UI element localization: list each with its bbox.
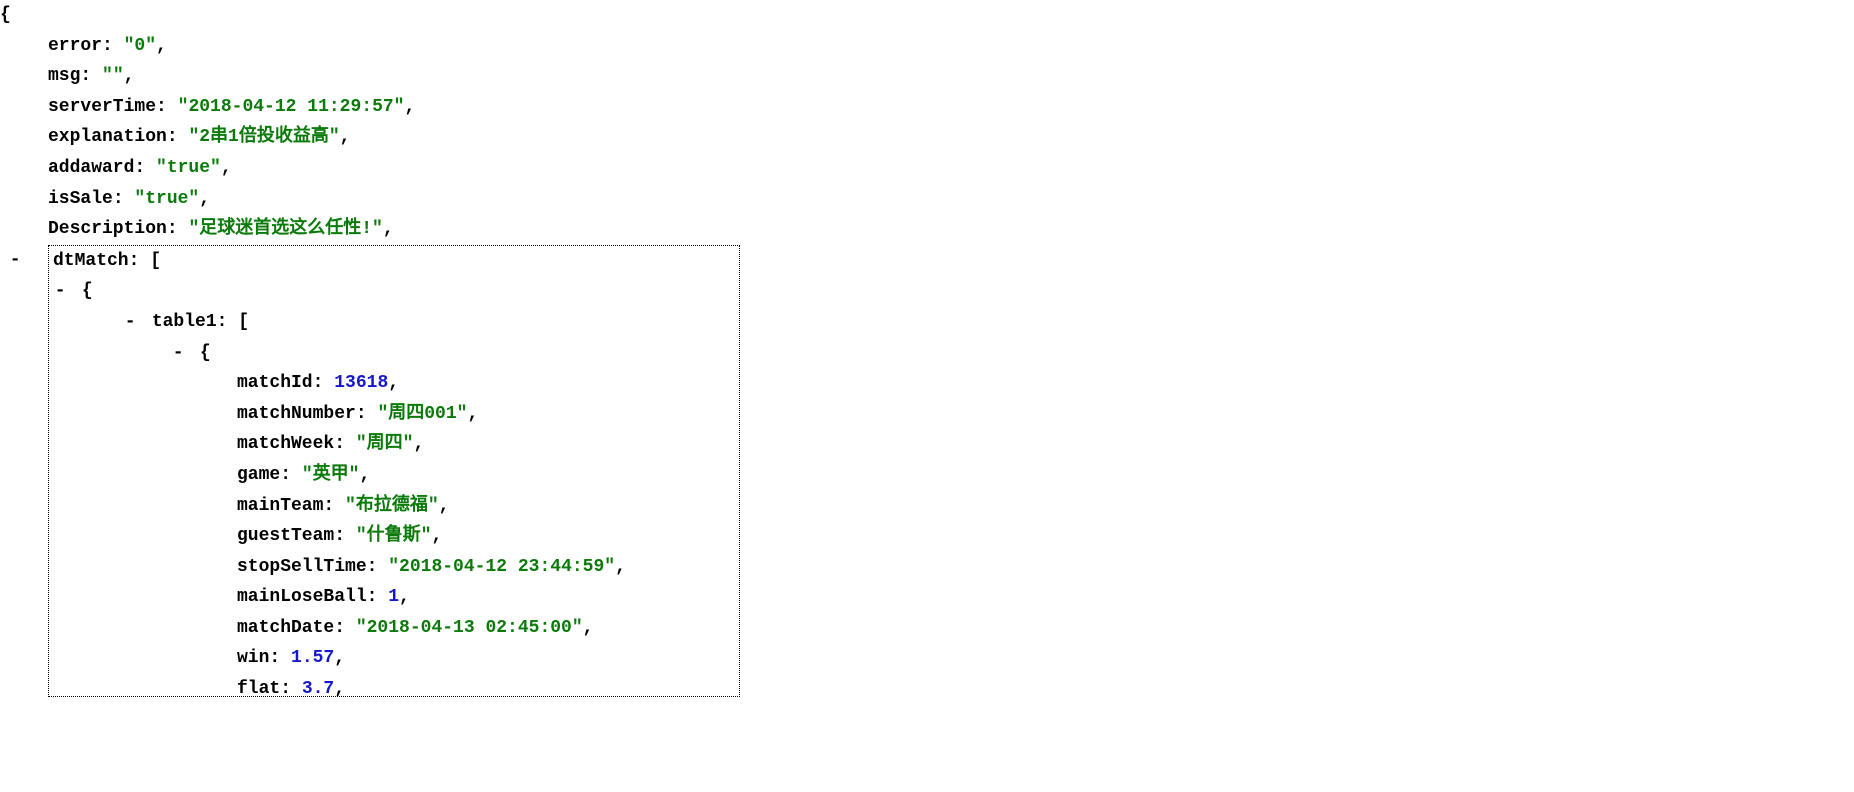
collapse-toggle-table1[interactable]: - [119, 307, 141, 338]
row-game: game:"英甲", [49, 460, 739, 491]
value: 13618 [334, 373, 388, 393]
row-error: error:"0", [0, 31, 1854, 62]
row-mainLoseBall: mainLoseBall:1, [49, 582, 739, 613]
key: addaward [48, 158, 134, 178]
key: dtMatch [53, 251, 129, 271]
key: msg [48, 66, 80, 86]
row-flat: flat:3.7, [49, 674, 739, 696]
value: "2018-04-13 02:45:00" [356, 618, 583, 638]
value: "true" [156, 158, 221, 178]
row-matchWeek: matchWeek:"周四", [49, 429, 739, 460]
key: matchDate [237, 618, 334, 638]
key: guestTeam [237, 526, 334, 546]
key: error [48, 36, 102, 56]
key: flat [237, 679, 280, 696]
key: win [237, 648, 269, 668]
value: "2串1倍投收益高" [188, 127, 339, 147]
row-serverTime: serverTime:"2018-04-12 11:29:57", [0, 92, 1854, 123]
brace-open: { [82, 281, 93, 301]
value: "周四" [356, 434, 414, 454]
row-matchId: matchId:13618, [49, 368, 739, 399]
bracket-open: [ [238, 312, 249, 332]
key: explanation [48, 127, 167, 147]
value: "英甲" [302, 465, 360, 485]
row-dtMatch: dtMatch:[ [49, 246, 739, 277]
key: matchId [237, 373, 313, 393]
row-guestTeam: guestTeam:"什鲁斯", [49, 521, 739, 552]
row-win: win:1.57, [49, 643, 739, 674]
collapse-toggle-dtMatch[interactable]: - [4, 245, 26, 276]
collapse-toggle-item[interactable]: - [49, 276, 71, 307]
row-explanation: explanation:"2串1倍投收益高", [0, 122, 1854, 153]
value: "2018-04-12 11:29:57" [178, 97, 405, 117]
value: 1.57 [291, 648, 334, 668]
row-table1: - table1:[ [49, 307, 739, 338]
value: "周四001" [377, 404, 467, 424]
value: "足球迷首选这么任性!" [188, 219, 382, 239]
dtMatch-block: dtMatch:[ - { - table1:[ - { matchId:136… [48, 245, 740, 697]
value: "什鲁斯" [356, 526, 432, 546]
value: 1 [388, 587, 399, 607]
collapse-toggle-table1-item[interactable]: - [167, 338, 189, 369]
value: "布拉德福" [345, 496, 439, 516]
row-isSale: isSale:"true", [0, 184, 1854, 215]
key: game [237, 465, 280, 485]
key: stopSellTime [237, 557, 367, 577]
brace-open: { [0, 5, 11, 25]
row-matchNumber: matchNumber:"周四001", [49, 399, 739, 430]
dtMatch-item-open: - { [49, 276, 739, 307]
key: serverTime [48, 97, 156, 117]
row-addaward: addaward:"true", [0, 153, 1854, 184]
key: table1 [152, 312, 217, 332]
row-Description: Description:"足球迷首选这么任性!", [0, 214, 1854, 245]
value: "" [102, 66, 124, 86]
value: "true" [134, 189, 199, 209]
key: matchWeek [237, 434, 334, 454]
key: mainTeam [237, 496, 323, 516]
value: "2018-04-12 23:44:59" [388, 557, 615, 577]
table1-item-open: - { [49, 338, 739, 369]
value: "0" [124, 36, 156, 56]
row-matchDate: matchDate:"2018-04-13 02:45:00", [49, 613, 739, 644]
json-viewer: { error:"0", msg:"", serverTime:"2018-04… [0, 0, 1854, 697]
brace-open: { [200, 343, 211, 363]
key: matchNumber [237, 404, 356, 424]
row-msg: msg:"", [0, 61, 1854, 92]
json-open: { [0, 0, 1854, 31]
key: Description [48, 219, 167, 239]
value: 3.7 [302, 679, 334, 696]
row-mainTeam: mainTeam:"布拉德福", [49, 491, 739, 522]
row-stopSellTime: stopSellTime:"2018-04-12 23:44:59", [49, 552, 739, 583]
key: mainLoseBall [237, 587, 367, 607]
key: isSale [48, 189, 113, 209]
bracket-open: [ [150, 251, 161, 271]
